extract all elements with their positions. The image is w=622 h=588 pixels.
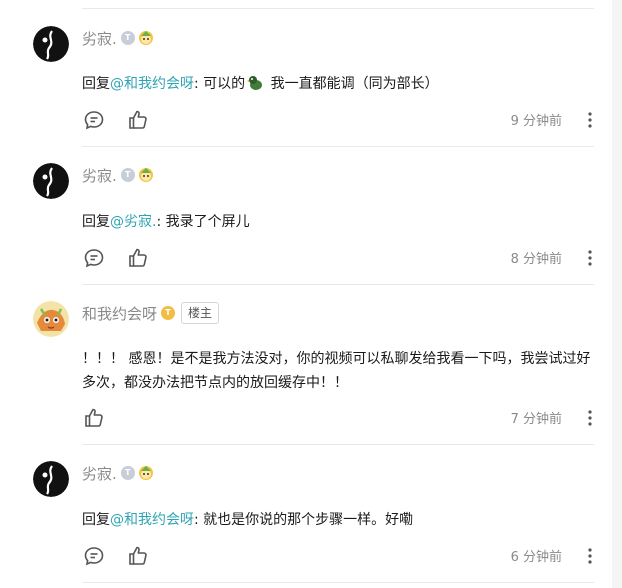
- divider: [82, 146, 594, 147]
- comment-text: : 就也是你说的那个步骤一样。好嘞: [194, 512, 414, 528]
- mention-link[interactable]: @和我约会呀: [110, 512, 194, 528]
- comment-actions: 6 分钟前: [82, 544, 612, 568]
- avatar-image: [33, 461, 69, 497]
- comment-header: 和我约会呀 T 楼主: [82, 301, 220, 325]
- comment-header: 劣寂. T: [82, 163, 154, 187]
- comment-header: 劣寂. T: [82, 26, 154, 50]
- comment-content: ！！！ 感恩！是不是我方法没对，你的视频可以私聊发给我看一下吗，我尝试过好多次，…: [82, 347, 602, 395]
- divider: [82, 8, 594, 9]
- comment-text: : 可以的: [194, 76, 246, 92]
- thumbs-up-icon[interactable]: [126, 108, 150, 132]
- scroll-gutter: [612, 0, 622, 588]
- divider: [82, 284, 594, 285]
- username[interactable]: 和我约会呀: [82, 303, 157, 324]
- comment-actions: 9 分钟前: [82, 108, 612, 132]
- comment-bubble-icon[interactable]: [82, 246, 106, 270]
- avatar-image: [33, 301, 69, 337]
- divider: [82, 582, 594, 583]
- op-badge: 楼主: [181, 302, 220, 324]
- divider: [82, 444, 594, 445]
- comment-bubble-icon[interactable]: [82, 108, 106, 132]
- username[interactable]: 劣寂.: [82, 28, 117, 49]
- pet-badge-icon: [138, 31, 153, 45]
- username[interactable]: 劣寂.: [82, 165, 117, 186]
- avatar-image: [33, 26, 69, 62]
- reply-prefix: 回复: [82, 76, 110, 92]
- comment-content: 回复@和我约会呀: 可以的 我一直都能调（同为部长）: [82, 72, 602, 96]
- comment-thread: 劣寂. T 回复@和我约会呀: 可以的 我一直都能调（同为部长） 9 分钟前 劣…: [0, 0, 612, 588]
- level-badge: T: [161, 306, 176, 320]
- comment-content: 回复@和我约会呀: 就也是你说的那个步骤一样。好嘞: [82, 508, 602, 532]
- comment-actions: 8 分钟前: [82, 246, 612, 270]
- mention-link[interactable]: @劣寂.: [110, 214, 156, 230]
- username[interactable]: 劣寂.: [82, 463, 117, 484]
- timestamp: 8 分钟前: [510, 252, 562, 267]
- comment-text: ！！！ 感恩！是不是我方法没对，你的视频可以私聊发给我看一下吗，我尝试过好多次，…: [82, 351, 591, 391]
- pet-badge-icon: [138, 466, 153, 480]
- comment-bubble-icon[interactable]: [82, 544, 106, 568]
- thumbs-up-icon[interactable]: [126, 246, 150, 270]
- avatar[interactable]: [33, 26, 69, 62]
- comment-actions: 7 分钟前: [82, 406, 612, 430]
- level-badge: T: [120, 31, 135, 45]
- pet-badge-icon: [138, 168, 153, 182]
- timestamp: 7 分钟前: [510, 412, 562, 427]
- mention-link[interactable]: @和我约会呀: [110, 76, 194, 92]
- timestamp: 6 分钟前: [510, 550, 562, 565]
- level-badge: T: [120, 168, 135, 182]
- reply-prefix: 回复: [82, 214, 110, 230]
- more-vertical-icon[interactable]: [584, 546, 596, 566]
- thumbs-up-icon[interactable]: [82, 406, 106, 430]
- more-vertical-icon[interactable]: [584, 110, 596, 130]
- reply-prefix: 回复: [82, 512, 110, 528]
- avatar[interactable]: [33, 461, 69, 497]
- more-vertical-icon[interactable]: [584, 408, 596, 428]
- comment-text: 我一直都能调（同为部长）: [266, 76, 439, 92]
- avatar[interactable]: [33, 301, 69, 337]
- timestamp: 9 分钟前: [510, 114, 562, 129]
- level-badge: T: [120, 466, 135, 480]
- more-vertical-icon[interactable]: [584, 248, 596, 268]
- thumbs-up-icon[interactable]: [126, 544, 150, 568]
- duck-emoji-icon: [247, 76, 263, 90]
- avatar[interactable]: [33, 163, 69, 199]
- comment-text: : 我录了个屏儿: [156, 214, 250, 230]
- comment-content: 回复@劣寂.: 我录了个屏儿: [82, 210, 602, 234]
- comment-header: 劣寂. T: [82, 461, 154, 485]
- avatar-image: [33, 163, 69, 199]
